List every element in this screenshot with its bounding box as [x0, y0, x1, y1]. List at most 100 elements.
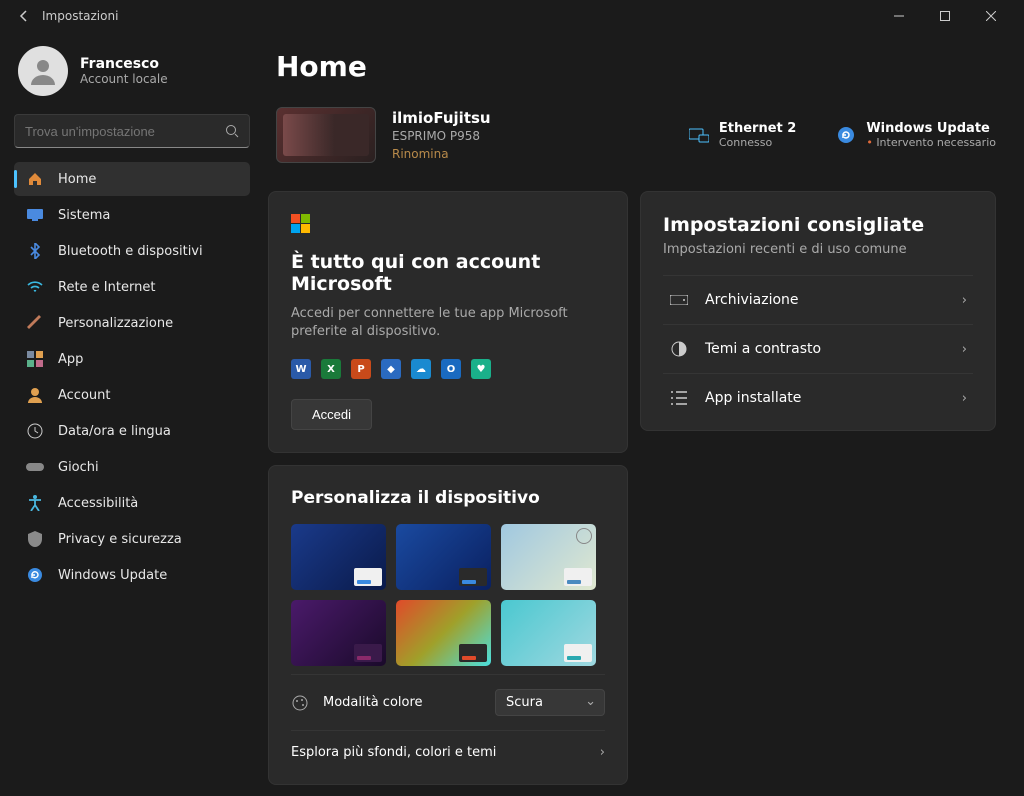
theme-option[interactable] — [501, 600, 596, 666]
apps-icon — [26, 350, 44, 368]
profile[interactable]: Francesco Account locale — [18, 46, 250, 96]
nav-label: Home — [58, 172, 96, 187]
nav-update[interactable]: Windows Update — [14, 558, 250, 592]
back-button[interactable] — [10, 2, 38, 30]
device-rename-link[interactable]: Rinomina — [392, 147, 491, 161]
device-model: ESPRIMO P958 — [392, 129, 491, 143]
titlebar: Impostazioni — [0, 0, 1024, 32]
nav-label: Sistema — [58, 208, 110, 223]
status-network-subtitle: Connesso — [719, 136, 796, 149]
bluetooth-icon — [26, 242, 44, 260]
color-mode-label: Modalità colore — [323, 695, 481, 710]
nav-system[interactable]: Sistema — [14, 198, 250, 232]
nav-label: App — [58, 352, 83, 367]
theme-grid — [291, 524, 605, 666]
system-icon — [26, 206, 44, 224]
sign-in-button[interactable]: Accedi — [291, 399, 372, 430]
list-icon — [669, 391, 689, 405]
theme-option[interactable] — [291, 524, 386, 590]
person-icon — [26, 386, 44, 404]
explore-themes-row[interactable]: Esplora più sfondi, colori e temi › — [291, 730, 605, 774]
recommended-storage[interactable]: Archiviazione › — [663, 275, 973, 324]
update-icon — [26, 566, 44, 584]
recommended-heading: Impostazioni consigliate — [663, 214, 973, 236]
recommended-label: Archiviazione — [705, 292, 946, 308]
clock-icon — [26, 422, 44, 440]
color-mode-row: Modalità colore Scura — [291, 674, 605, 730]
contrast-icon — [669, 341, 689, 357]
chevron-right-icon: › — [962, 391, 967, 406]
status-update-subtitle: Intervento necessario — [866, 136, 996, 149]
nav-accounts[interactable]: Account — [14, 378, 250, 412]
recommended-label: Temi a contrasto — [705, 341, 946, 357]
search-input[interactable] — [25, 124, 225, 139]
device-name: ilmioFujitsu — [392, 109, 491, 127]
personalize-heading: Personalizza il dispositivo — [291, 488, 605, 508]
nav-personalization[interactable]: Personalizzazione — [14, 306, 250, 340]
minimize-button[interactable] — [876, 1, 922, 31]
nav-privacy[interactable]: Privacy e sicurezza — [14, 522, 250, 556]
recommended-installed-apps[interactable]: App installate › — [663, 373, 973, 422]
status-update[interactable]: Windows Update Intervento necessario — [836, 121, 996, 149]
defender-icon: ◆ — [381, 359, 401, 379]
ms-card-body: Accedi per connettere le tue app Microso… — [291, 305, 605, 341]
palette-icon — [291, 695, 309, 711]
home-icon — [26, 170, 44, 188]
nav-label: Rete e Internet — [58, 280, 155, 295]
page-title: Home — [276, 50, 996, 83]
search-icon — [225, 124, 239, 138]
avatar — [18, 46, 68, 96]
nav: Home Sistema Bluetooth e dispositivi Ret… — [14, 162, 250, 592]
device-thumbnail[interactable] — [276, 107, 376, 163]
nav-label: Privacy e sicurezza — [58, 532, 182, 547]
ms-card-heading: È tutto qui con account Microsoft — [291, 251, 605, 295]
family-icon: ♥ — [471, 359, 491, 379]
device-row: ilmioFujitsu ESPRIMO P958 Rinomina Ether… — [276, 107, 996, 163]
word-icon: W — [291, 359, 311, 379]
nav-bluetooth[interactable]: Bluetooth e dispositivi — [14, 234, 250, 268]
nav-label: Accessibilità — [58, 496, 138, 511]
status-network[interactable]: Ethernet 2 Connesso — [689, 121, 796, 149]
theme-option[interactable] — [396, 524, 491, 590]
nav-label: Personalizzazione — [58, 316, 173, 331]
recommended-contrast[interactable]: Temi a contrasto › — [663, 324, 973, 373]
search-box[interactable] — [14, 114, 250, 148]
excel-icon: X — [321, 359, 341, 379]
wifi-icon — [26, 278, 44, 296]
color-mode-select[interactable]: Scura — [495, 689, 605, 716]
explore-label: Esplora più sfondi, colori e temi — [291, 745, 586, 760]
ethernet-icon — [689, 125, 709, 145]
sidebar: Francesco Account locale Home Sistema Bl… — [0, 32, 260, 796]
profile-subtitle: Account locale — [80, 72, 168, 86]
nav-accessibility[interactable]: Accessibilità — [14, 486, 250, 520]
microsoft-logo-icon — [291, 214, 605, 233]
personalize-card: Personalizza il dispositivo Modalità col… — [268, 465, 628, 785]
maximize-button[interactable] — [922, 1, 968, 31]
nav-label: Windows Update — [58, 568, 167, 583]
ms-account-card: È tutto qui con account Microsoft Accedi… — [268, 191, 628, 453]
accessibility-icon — [26, 494, 44, 512]
nav-time[interactable]: Data/ora e lingua — [14, 414, 250, 448]
nav-gaming[interactable]: Giochi — [14, 450, 250, 484]
nav-label: Data/ora e lingua — [58, 424, 171, 439]
chevron-right-icon: › — [600, 745, 605, 760]
status-network-title: Ethernet 2 — [719, 121, 796, 136]
status-update-title: Windows Update — [866, 121, 996, 136]
nav-home[interactable]: Home — [14, 162, 250, 196]
profile-name: Francesco — [80, 56, 168, 72]
theme-option[interactable] — [396, 600, 491, 666]
nav-label: Giochi — [58, 460, 99, 475]
recommended-card: Impostazioni consigliate Impostazioni re… — [640, 191, 996, 431]
brush-icon — [26, 314, 44, 332]
nav-network[interactable]: Rete e Internet — [14, 270, 250, 304]
shield-icon — [26, 530, 44, 548]
recommended-subtitle: Impostazioni recenti e di uso comune — [663, 242, 973, 257]
gamepad-icon — [26, 458, 44, 476]
theme-option[interactable] — [291, 600, 386, 666]
nav-label: Bluetooth e dispositivi — [58, 244, 203, 259]
nav-apps[interactable]: App — [14, 342, 250, 376]
main-content: Home ilmioFujitsu ESPRIMO P958 Rinomina … — [260, 32, 1024, 796]
close-button[interactable] — [968, 1, 1014, 31]
update-status-icon — [836, 125, 856, 145]
theme-option[interactable] — [501, 524, 596, 590]
